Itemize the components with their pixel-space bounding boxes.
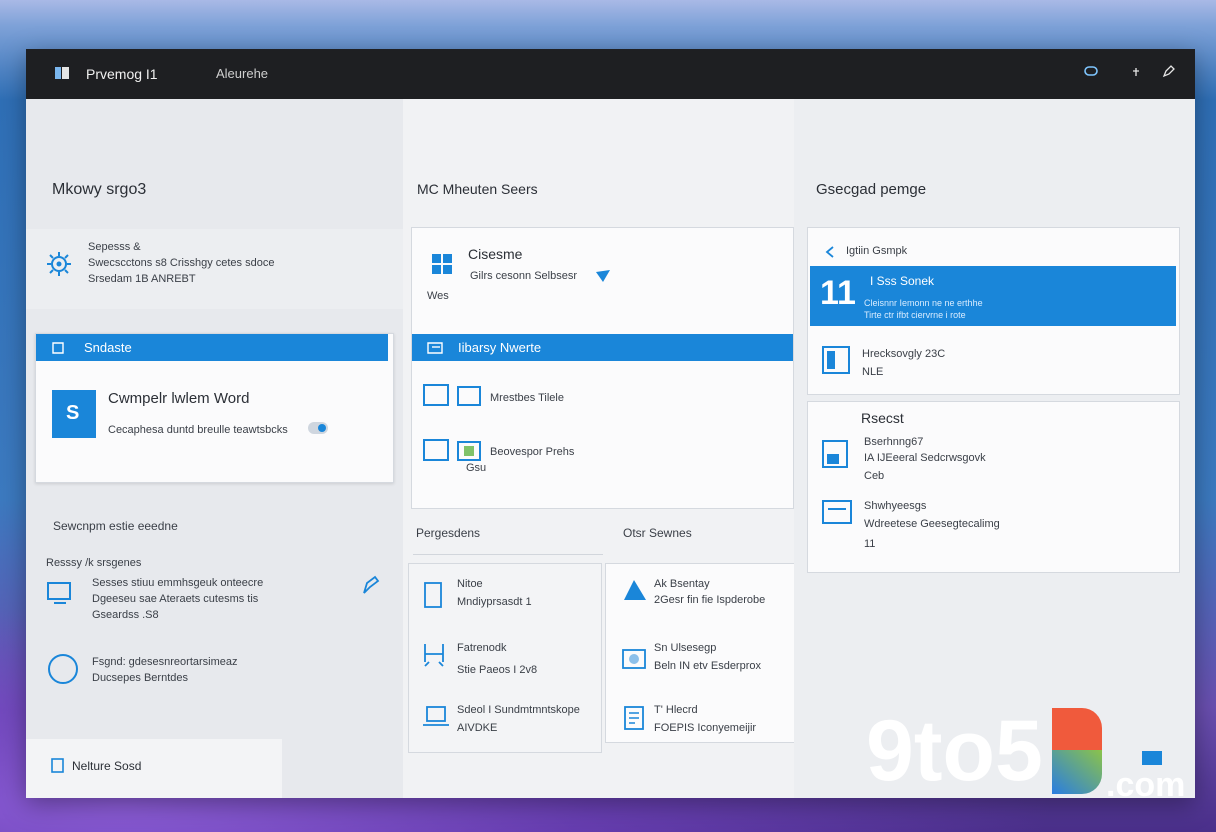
highlight-line2: Tirte ctr ifbt ciervrne i rote <box>864 310 966 320</box>
middle-column: MC Mheuten Seers Cisesme Gilrs cesonn Se… <box>403 99 795 798</box>
chair-icon <box>424 644 444 667</box>
settings-line2: Swecscctons s8 Crisshgy cetes sdoce <box>88 257 275 269</box>
pen-icon[interactable] <box>358 571 382 597</box>
gear-icon <box>47 252 71 276</box>
camera-icon <box>622 649 646 669</box>
row1-label[interactable]: Mrestbes Tilele <box>490 392 564 404</box>
footer-strip[interactable]: Nelture Sosd <box>26 739 282 798</box>
doc-item-sub: NLE <box>862 366 884 378</box>
word-card[interactable]: Sndaste S Cwmpelr lwlem Word Cecaphesa d… <box>35 333 394 483</box>
services-title: Cisesme <box>468 246 523 262</box>
left-item1-sub: Mndiyprsasdt 1 <box>457 596 532 608</box>
document-icon <box>624 706 644 730</box>
chevron-left-icon[interactable] <box>824 245 836 259</box>
services-line2: Wes <box>427 290 449 302</box>
item1-title: Resssy /k srsgenes <box>46 557 142 569</box>
left-item3-title[interactable]: Sdeol I Sundmtmntskope <box>457 704 580 716</box>
settings-line3: Srsedam 1B ANREBT <box>88 273 196 285</box>
recent-item1-sub: IA IJEeeral Sedcrwsgovk <box>864 452 986 464</box>
services-line1: Gilrs cesonn Selbsesr <box>470 270 577 282</box>
middle-column-heading: MC Mheuten Seers <box>417 181 538 197</box>
laptop-icon <box>423 706 449 726</box>
document-blue-icon <box>822 440 848 468</box>
selected-item-bar[interactable]: Sndaste <box>36 334 388 361</box>
right-item1-sub: 2Gesr fin fie Ispderobe <box>654 594 766 606</box>
left-column: Mkowy srgo3 Sepesss & Swecscctons s8 Cri… <box>26 99 410 798</box>
monitor-doc-icon <box>822 500 852 524</box>
section-left-label: Pergesdens <box>416 526 481 540</box>
item2-line1: Fsgnd: gdesesnreortarsimeaz <box>92 656 238 668</box>
left-item2-sub: Stie Paeos I 2v8 <box>457 664 538 676</box>
highlight-number: 11 <box>820 274 856 312</box>
app-window: Prvemog I1 Aleurehe Mkowy srgo3 Sepesss … <box>26 49 1195 798</box>
settings-line1: Sepesss & <box>88 241 141 253</box>
divider <box>413 554 603 555</box>
left-items-card: Nitoe Mndiyprsasdt 1 Fatrenodk Stie Paeo… <box>408 563 602 753</box>
left-column-heading: Mkowy srgo3 <box>52 181 147 198</box>
recent-item1-extra: Ceb <box>864 470 885 482</box>
word-document-icon: S <box>52 390 96 438</box>
item1-line2: Dgeeseu sae Ateraets cutesms tis <box>92 593 259 605</box>
section-right-label: Otsr Sewnes <box>623 526 692 540</box>
item1-line1: Sesses stiuu emmhsgeuk onteecre <box>92 577 264 589</box>
right-column: Gsecgad pemge Igtiin Gsmpk 11 I Sss Sone… <box>794 99 1195 798</box>
app-subtitle: Aleurehe <box>216 66 269 81</box>
doc-item-title[interactable]: Hrecksovgly 23C <box>862 348 945 360</box>
selected-service-bar[interactable]: Iibarsy Nwerte <box>412 334 793 361</box>
azure-icon <box>624 580 646 600</box>
selected-service-label: Iibarsy Nwerte <box>458 340 542 355</box>
phone-icon <box>424 582 442 608</box>
highlight-item[interactable]: 11 I Sss Sonek Cleisnnr Iemonn ne ne ert… <box>810 266 1176 326</box>
highlight-line1: Cleisnnr Iemonn ne ne erthhe <box>864 298 983 308</box>
recent-heading: Rsecst <box>861 410 904 426</box>
edit-icon[interactable] <box>1159 63 1179 83</box>
app-icon <box>52 342 64 354</box>
pin-icon[interactable] <box>1126 63 1146 83</box>
panel-header: Igtiin Gsmpk <box>846 245 908 257</box>
recent-item1-title[interactable]: Bserhnng67 <box>864 436 923 448</box>
settings-card[interactable]: Sepesss & Swecscctons s8 Crisshgy cetes … <box>26 229 410 309</box>
book-icon <box>822 346 850 374</box>
library-icon <box>427 342 443 354</box>
window-preview-icon <box>423 384 481 406</box>
recent-item2-sub: Wdreetese Geesegtecalimg <box>864 518 1000 530</box>
row2-sub: Gsu <box>466 462 487 474</box>
recent-card: Rsecst Bserhnng67 IA IJEeeral Sedcrwsgov… <box>807 401 1180 573</box>
right-item2-sub: Beln IN etv Esderprox <box>654 660 761 672</box>
right-item1-title[interactable]: Ak Bsentay <box>654 578 710 590</box>
title-bar: Prvemog I1 Aleurehe <box>26 49 1195 99</box>
app-title: Prvemog I1 <box>86 66 158 82</box>
left-item2-title[interactable]: Fatrenodk <box>457 642 507 654</box>
toggle-icon[interactable] <box>1081 63 1101 83</box>
settings-panel: Igtiin Gsmpk 11 I Sss Sonek Cleisnnr Iem… <box>807 227 1180 395</box>
left-item1-title[interactable]: Nitoe <box>457 578 483 590</box>
right-item3-title[interactable]: T' Hlecrd <box>654 704 698 716</box>
right-column-heading: Gsecgad pemge <box>816 181 927 198</box>
right-item2-title[interactable]: Sn Ulsesegp <box>654 642 716 654</box>
link-icon <box>51 758 64 773</box>
selected-item-label: Sndaste <box>84 340 132 355</box>
recent-item2-title[interactable]: Shwhyeesgs <box>864 500 926 512</box>
chat-bubble-icon <box>48 654 78 684</box>
highlight-title: I Sss Sonek <box>870 274 935 288</box>
recent-item2-extra: 11 <box>864 538 876 550</box>
footer-label: Nelture Sosd <box>72 759 142 773</box>
row2-label[interactable]: Beovespor Prehs <box>490 446 574 458</box>
monitor-icon <box>47 582 71 604</box>
app-logo-icon <box>55 67 69 79</box>
windows-logo-icon <box>432 254 452 274</box>
word-toggle[interactable] <box>308 422 328 434</box>
check-shield-icon <box>596 270 610 282</box>
word-card-desc: Cecaphesa duntd breulle teawtsbcks <box>108 424 288 436</box>
svg-text:.com: .com <box>1106 766 1185 804</box>
right-item3-sub: FOEPIS Iconyemeijir <box>654 722 757 734</box>
right-items-card: Ak Bsentay 2Gesr fin fie Ispderobe Sn Ul… <box>605 563 795 743</box>
section2-label: Sewcnpm estie eeedne <box>53 519 178 533</box>
left-item3-sub: AIVDKE <box>457 722 498 734</box>
word-card-title: Cwmpelr lwlem Word <box>108 390 250 407</box>
item1-line3: Gseardss .S8 <box>92 609 159 621</box>
watermark-logo: 9to5 .com <box>866 703 1185 804</box>
services-card: Cisesme Gilrs cesonn Selbsesr Wes Iibars… <box>411 227 794 509</box>
item2-line2: Ducsepes Berntdes <box>92 672 188 684</box>
